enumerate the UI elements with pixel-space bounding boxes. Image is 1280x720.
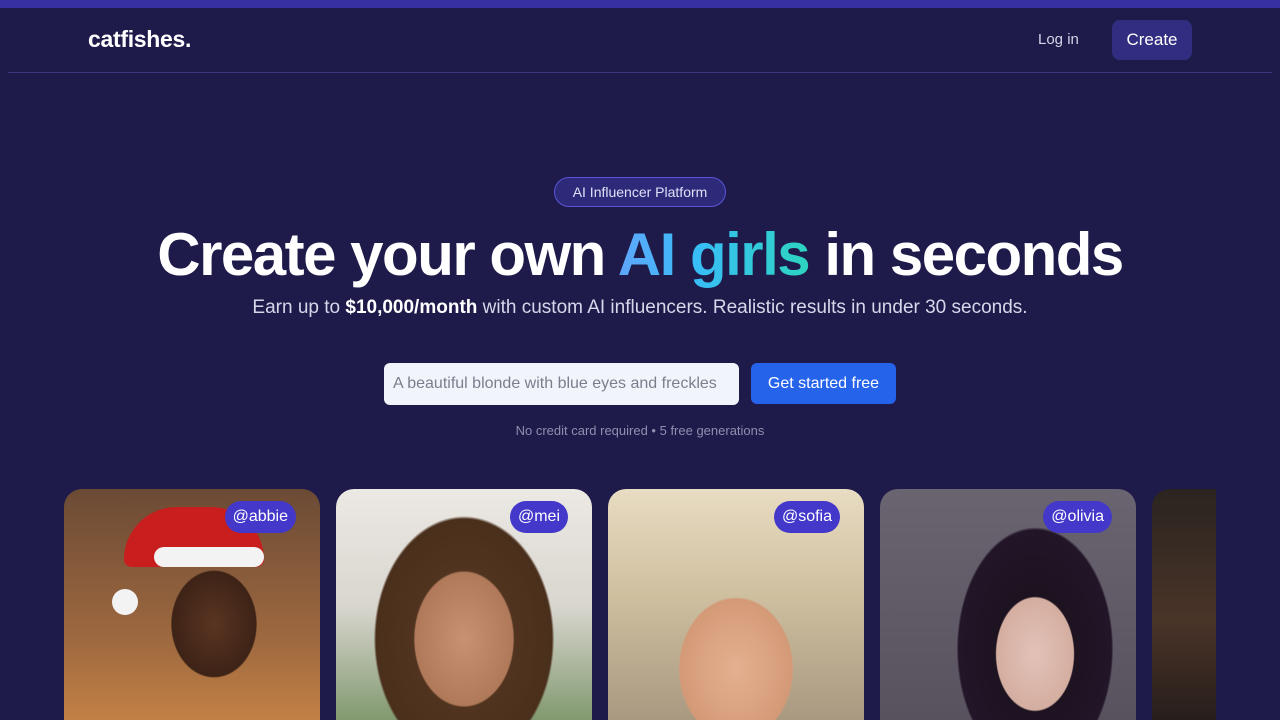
influencer-card-sofia[interactable]: @sofia: [608, 489, 864, 720]
navbar: catfishes. Log in Create: [8, 8, 1272, 73]
influencer-card-abbie[interactable]: @abbie: [64, 489, 320, 720]
hero-subline: Earn up to $10,000/month with custom AI …: [0, 297, 1280, 319]
prompt-input[interactable]: [384, 363, 739, 405]
signup-note: No credit card required • 5 free generat…: [515, 423, 765, 438]
influencer-card-olivia[interactable]: @olivia: [880, 489, 1136, 720]
influencer-handle: @sofia: [773, 501, 840, 533]
platform-badge: AI Influencer Platform: [554, 177, 726, 207]
login-link[interactable]: Log in: [1038, 31, 1079, 48]
headline-text-after: in seconds: [809, 221, 1124, 288]
influencer-card-partial[interactable]: [1152, 489, 1216, 720]
influencer-gallery: @abbie @mei @sofia @olivia: [64, 489, 1216, 720]
subline-earnings: $10,000/month: [345, 297, 478, 318]
logo[interactable]: catfishes.: [88, 26, 191, 53]
headline-text-before: Create your own: [157, 221, 618, 288]
influencer-handle: @olivia: [1043, 501, 1112, 533]
subline-text-before: Earn up to: [252, 297, 346, 318]
create-button[interactable]: Create: [1112, 20, 1192, 60]
influencer-handle: @mei: [509, 501, 568, 533]
subline-text-after: with custom AI influencers. Realistic re…: [477, 297, 1028, 318]
santa-hat-brim: [154, 547, 264, 567]
santa-hat-pompom: [112, 589, 138, 615]
influencer-photo: [1152, 489, 1216, 720]
influencer-handle: @abbie: [224, 501, 296, 533]
top-accent-stripe: [0, 0, 1280, 8]
hero-headline: Create your own AI girls in seconds: [0, 220, 1280, 289]
headline-highlight: AI girls: [617, 221, 811, 288]
get-started-button[interactable]: Get started free: [751, 363, 896, 404]
influencer-card-mei[interactable]: @mei: [336, 489, 592, 720]
